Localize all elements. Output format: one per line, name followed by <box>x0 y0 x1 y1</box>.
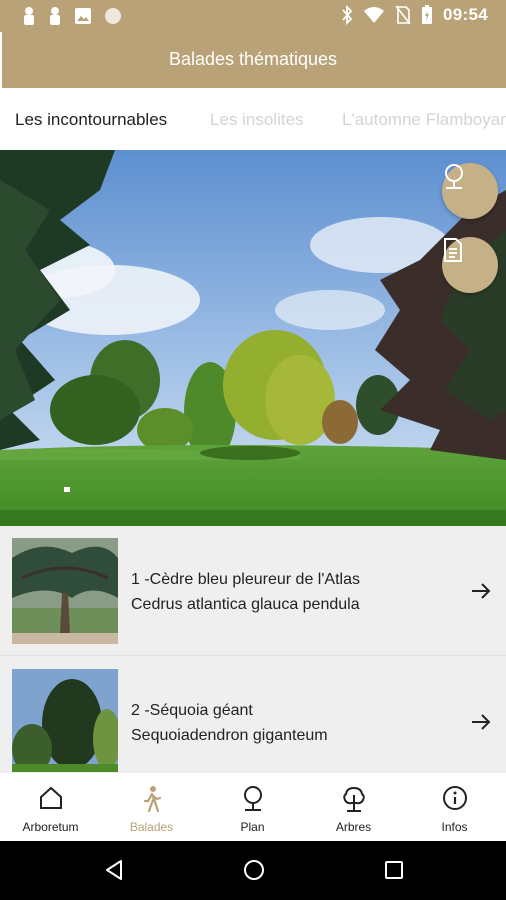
map-pin-icon <box>445 164 463 189</box>
item-title: 2 -Séquoia géant <box>131 702 253 719</box>
document-button[interactable] <box>442 237 498 293</box>
nav-label: Arbres <box>335 820 372 834</box>
map-pin-button[interactable] <box>442 163 498 219</box>
nav-label: Arboretum <box>22 820 79 834</box>
hero-image <box>0 150 506 526</box>
home-button-icon[interactable] <box>243 859 265 881</box>
no-sim-icon <box>395 5 411 25</box>
tab-les-insolites[interactable]: Les insolites <box>210 110 304 130</box>
nav-label: Balades <box>129 820 174 834</box>
document-icon <box>444 238 462 262</box>
arrow-right-icon[interactable] <box>470 581 492 601</box>
notification-icon <box>24 7 34 25</box>
status-bar: 09:54 <box>0 0 506 32</box>
recents-icon[interactable] <box>384 859 404 881</box>
back-icon[interactable] <box>104 859 124 881</box>
list-item[interactable]: 2 -Séquoia géant Sequoiadendron giganteu… <box>0 657 506 772</box>
home-icon <box>39 786 62 809</box>
arrow-right-icon[interactable] <box>470 712 492 732</box>
battery-icon <box>422 5 433 24</box>
tree-icon <box>342 786 365 812</box>
map-pin-icon <box>243 786 262 811</box>
park-photo <box>0 150 506 526</box>
status-time: 09:54 <box>443 5 488 24</box>
item-subtitle: Sequoiadendron giganteum <box>131 727 328 744</box>
bottom-navigation: Arboretum Balades Plan Arbres Infos <box>0 772 506 841</box>
nav-item-arbres[interactable]: Arbres <box>303 773 404 842</box>
status-right-icons: 09:54 <box>341 5 488 25</box>
circle-icon <box>105 8 121 24</box>
nav-label: Plan <box>240 820 265 834</box>
item-title: 1 -Cèdre bleu pleureur de l'Atlas <box>131 571 360 588</box>
page-title: Balades thématiques <box>168 49 338 69</box>
system-navigation-bar <box>0 841 506 900</box>
notification-icon <box>50 7 60 25</box>
wifi-icon <box>364 7 385 23</box>
tab-automne-flamboyant[interactable]: L'automne Flamboyant <box>342 110 506 130</box>
walk-icon <box>143 786 161 813</box>
tab-bar: Les incontournables Les insolites L'auto… <box>0 88 506 150</box>
status-left-icons <box>22 6 122 26</box>
list-item[interactable]: 1 -Cèdre bleu pleureur de l'Atlas Cedrus… <box>0 526 506 656</box>
nav-item-balades[interactable]: Balades <box>101 773 202 842</box>
walk-list: 1 -Cèdre bleu pleureur de l'Atlas Cedrus… <box>0 526 506 772</box>
tree-thumbnail <box>12 538 118 644</box>
tab-les-incontournables[interactable]: Les incontournables <box>15 110 167 130</box>
nav-item-arboretum[interactable]: Arboretum <box>0 773 101 842</box>
image-icon <box>75 8 91 24</box>
nav-label: Infos <box>441 820 468 834</box>
bluetooth-icon <box>342 5 353 25</box>
item-subtitle: Cedrus atlantica glauca pendula <box>131 596 360 613</box>
info-icon <box>442 786 467 810</box>
nav-item-infos[interactable]: Infos <box>404 773 505 842</box>
nav-item-plan[interactable]: Plan <box>202 773 303 842</box>
tree-thumbnail <box>12 669 118 772</box>
app-bar: Balades thématiques <box>0 32 506 88</box>
